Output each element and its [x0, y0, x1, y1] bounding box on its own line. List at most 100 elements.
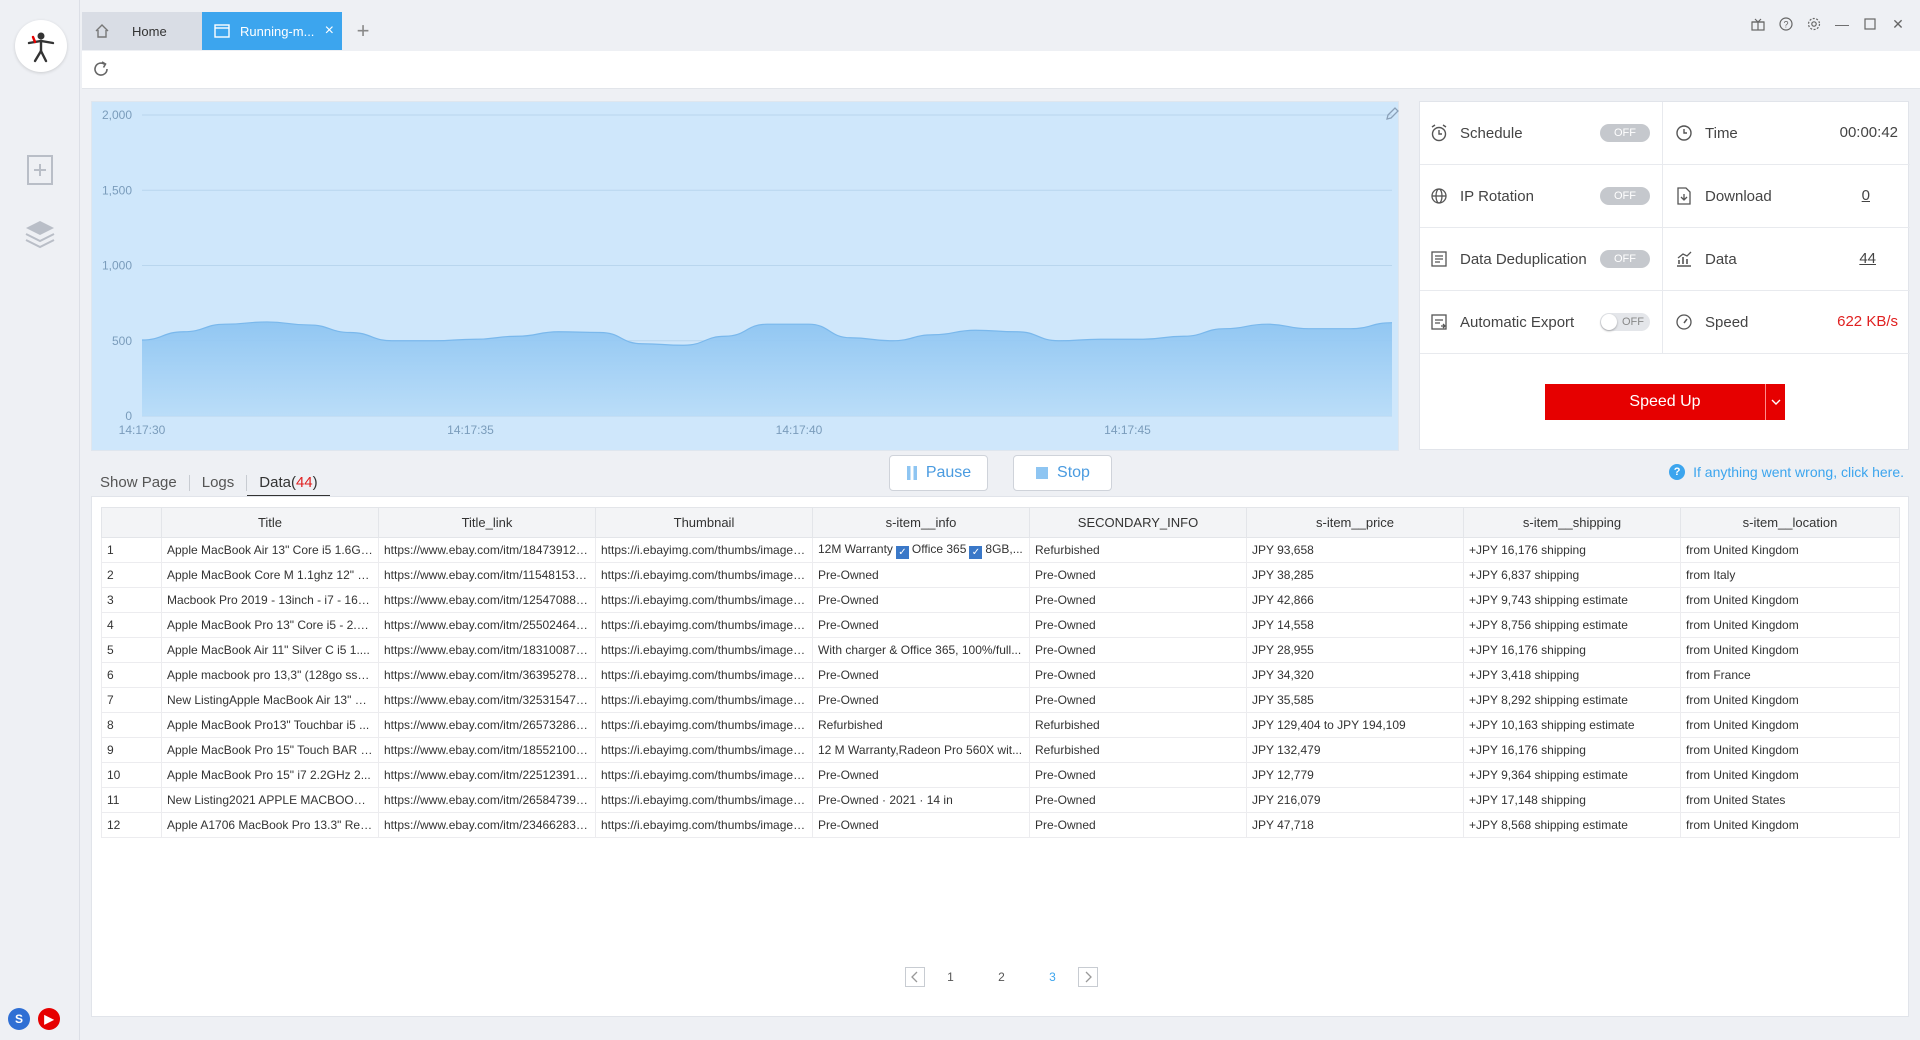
table-row[interactable]: 2 Apple MacBook Core M 1.1ghz 12" 8... htt…	[101, 562, 1900, 588]
table-cell: https://i.ebayimg.com/thumbs/images...	[595, 712, 813, 738]
download-value[interactable]: 0	[1862, 187, 1870, 204]
x-tick-label: 14:17:45	[1104, 423, 1151, 437]
data-stat: Data 44	[1663, 228, 1910, 290]
table-cell: https://i.ebayimg.com/thumbs/images...	[595, 662, 813, 688]
table-row[interactable]: 12 Apple A1706 MacBook Pro 13.3" Ret... ht…	[101, 812, 1900, 838]
skype-icon[interactable]: S	[8, 1008, 30, 1030]
gift-icon[interactable]	[1750, 16, 1766, 32]
close-window-icon[interactable]: ✕	[1890, 16, 1906, 32]
next-page-icon[interactable]	[1078, 967, 1098, 987]
table-cell: from United Kingdom	[1680, 812, 1900, 838]
close-tab-icon[interactable]: ×	[325, 22, 334, 40]
speedometer-icon	[1673, 311, 1695, 333]
column-header[interactable]: s-item__price	[1246, 507, 1464, 538]
tab-home[interactable]: Home	[82, 12, 202, 50]
toolbar	[82, 51, 1920, 89]
table-cell: JPY 129,404 to JPY 194,109	[1246, 712, 1464, 738]
refresh-icon[interactable]	[92, 60, 110, 81]
table-cell: +JPY 8,568 shipping estimate	[1463, 812, 1681, 838]
new-task-icon[interactable]	[24, 154, 56, 186]
auto-export-toggle[interactable]: OFF	[1600, 313, 1650, 331]
maximize-icon[interactable]	[1862, 16, 1878, 32]
dedup-toggle[interactable]: OFF	[1600, 250, 1650, 268]
speed-up-dropdown-icon[interactable]	[1765, 384, 1785, 420]
table-cell: New Listing2021 APPLE MACBOOK ...	[161, 787, 379, 813]
pause-label: Pause	[925, 464, 972, 481]
table-row[interactable]: 5 Apple MacBook Air 11" Silver C i5 1....…	[101, 637, 1900, 663]
tab-data-label: Data(	[259, 474, 296, 491]
tab-data[interactable]: Data(44)	[247, 474, 330, 497]
page-1[interactable]: 1	[925, 970, 976, 984]
settings-icon[interactable]	[1806, 16, 1822, 32]
ip-rotation-label: IP Rotation	[1460, 187, 1534, 205]
table-cell: +JPY 10,163 shipping estimate	[1463, 712, 1681, 738]
table-cell: JPY 38,285	[1246, 562, 1464, 588]
table-cell: JPY 42,866	[1246, 587, 1464, 613]
stop-label: Stop	[1057, 464, 1090, 481]
column-header[interactable]: SECONDARY_INFO	[1029, 507, 1247, 538]
auto-export-label: Automatic Export	[1460, 313, 1575, 331]
minimize-icon[interactable]: —	[1834, 16, 1850, 32]
speed-up-button[interactable]: Speed Up	[1545, 384, 1785, 420]
column-header[interactable]: Thumbnail	[595, 507, 813, 538]
table-cell: https://www.ebay.com/itm/265847391...	[378, 787, 596, 813]
table-row[interactable]: 10 Apple MacBook Pro 15" i7 2.2GHz 2... ht…	[101, 762, 1900, 788]
table-row[interactable]: 3 Macbook Pro 2019 - 13inch - i7 - 16g...…	[101, 587, 1900, 613]
stat-row: Data Deduplication OFF Data 44	[1420, 228, 1910, 291]
add-tab-button[interactable]: +	[348, 12, 378, 50]
table-cell: +JPY 9,743 shipping estimate	[1463, 587, 1681, 613]
table-cell: Pre-Owned	[1029, 587, 1247, 613]
document-list-icon	[1428, 248, 1450, 270]
table-row[interactable]: 4 Apple MacBook Pro 13" Core i5 - 2.3... h…	[101, 612, 1900, 638]
tab-running[interactable]: Running-m... ×	[202, 12, 342, 50]
column-header[interactable]: s-item__location	[1680, 507, 1900, 538]
table-cell: https://i.ebayimg.com/thumbs/images...	[595, 562, 813, 588]
dedup-label: Data Deduplication	[1460, 250, 1587, 268]
column-header[interactable]: Title_link	[378, 507, 596, 538]
tab-show-page[interactable]: Show Page	[100, 474, 189, 491]
table-cell: Pre-Owned	[812, 612, 1030, 638]
table-cell: Pre-Owned	[812, 812, 1030, 838]
help-link[interactable]: ? If anything went wrong, click here.	[1669, 464, 1904, 480]
table-row[interactable]: 6 Apple macbook pro 13,3" (128go ssd... ht…	[101, 662, 1900, 688]
youtube-icon[interactable]: ▶	[38, 1008, 60, 1030]
column-header[interactable]: Title	[161, 507, 379, 538]
table-cell: Refurbished	[1029, 537, 1247, 563]
column-header[interactable]: s-item__info	[812, 507, 1030, 538]
table-row[interactable]: 7 New ListingApple MacBook Air 13" C... ht…	[101, 687, 1900, 713]
help-icon[interactable]: ?	[1778, 16, 1794, 32]
table-row[interactable]: 9 Apple MacBook Pro 15" Touch BAR i... htt…	[101, 737, 1900, 763]
table-cell: Pre-Owned	[1029, 687, 1247, 713]
column-header[interactable]	[101, 507, 162, 538]
table-cell: Refurbished	[1029, 737, 1247, 763]
pause-button[interactable]: Pause	[889, 455, 988, 491]
table-cell: https://i.ebayimg.com/thumbs/images...	[595, 612, 813, 638]
table-cell: Apple MacBook Air 13" Core i5 1.6GHz	[161, 537, 379, 563]
prev-page-icon[interactable]	[905, 967, 925, 987]
page-3[interactable]: 3	[1027, 970, 1078, 984]
table-row[interactable]: 11 New Listing2021 APPLE MACBOOK ... https…	[101, 787, 1900, 813]
auto-export-setting: Automatic Export OFF	[1420, 291, 1663, 353]
schedule-toggle[interactable]: OFF	[1600, 124, 1650, 142]
app-logo[interactable]	[15, 20, 67, 72]
table-cell: https://www.ebay.com/itm/225123916...	[378, 762, 596, 788]
table-cell: https://www.ebay.com/itm/234662838...	[378, 812, 596, 838]
table-row[interactable]: 8 Apple MacBook Pro13" Touchbar i5 ... htt…	[101, 712, 1900, 738]
table-cell: https://i.ebayimg.com/thumbs/images...	[595, 687, 813, 713]
window-icon	[214, 24, 230, 38]
data-value[interactable]: 44	[1859, 250, 1876, 267]
stop-button[interactable]: Stop	[1013, 455, 1112, 491]
table-cell: from France	[1680, 662, 1900, 688]
table-cell: Refurbished	[1029, 712, 1247, 738]
task-list-icon[interactable]	[24, 218, 56, 250]
page-2[interactable]: 2	[976, 970, 1027, 984]
stop-icon	[1036, 467, 1049, 479]
table-cell: Pre-Owned · 2021 · 14 in	[812, 787, 1030, 813]
table-row[interactable]: 1 Apple MacBook Air 13" Core i5 1.6GHz htt…	[101, 537, 1900, 563]
ip-rotation-toggle[interactable]: OFF	[1600, 187, 1650, 205]
table-cell: from United Kingdom	[1680, 587, 1900, 613]
table-cell: https://www.ebay.com/itm/183100871...	[378, 637, 596, 663]
tab-logs[interactable]: Logs	[190, 474, 247, 491]
table-cell: Pre-Owned	[812, 562, 1030, 588]
column-header[interactable]: s-item__shipping	[1463, 507, 1681, 538]
